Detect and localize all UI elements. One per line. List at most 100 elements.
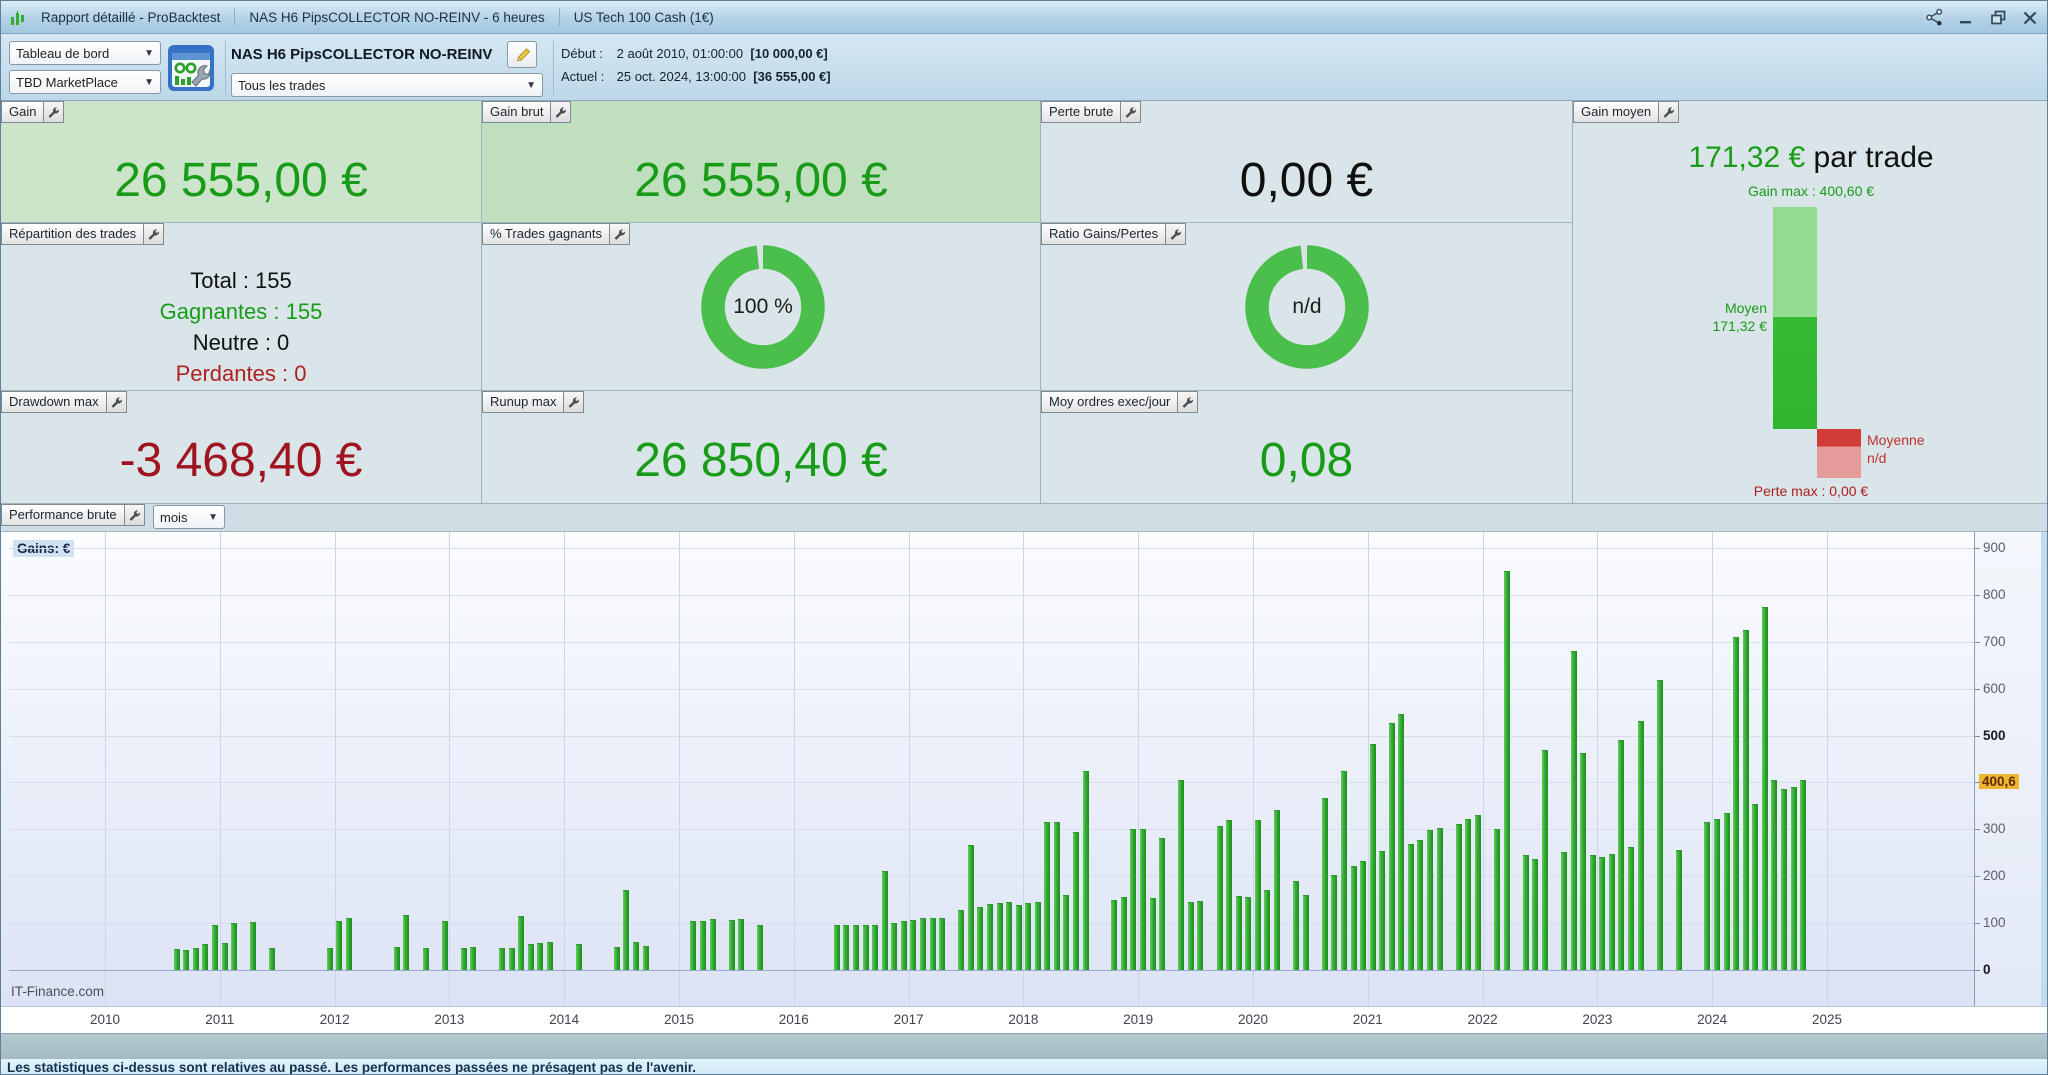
x-tick-label: 2025: [1795, 1012, 1859, 1027]
gain-bar: [901, 921, 907, 970]
edit-strategy-button[interactable]: [507, 41, 537, 68]
restore-button[interactable]: [1987, 7, 2009, 29]
gain-bar: [1360, 861, 1366, 970]
period-select[interactable]: mois ▼: [153, 505, 225, 529]
card-runup: Runup max 26 850,40 €: [482, 391, 1041, 504]
x-tick-label: 2013: [417, 1012, 481, 1027]
gridline: [9, 829, 1975, 830]
wrench-icon[interactable]: [106, 392, 126, 412]
x-tick-label: 2023: [1565, 1012, 1629, 1027]
app-chart-icon: [1, 8, 27, 26]
gain-bar: [1130, 829, 1136, 970]
gain-bar: [528, 944, 534, 970]
wrench-icon[interactable]: [143, 224, 163, 244]
gain-bar: [1571, 651, 1577, 970]
card-gain-label: Gain: [2, 102, 43, 122]
gain-bar: [1140, 829, 1146, 970]
chevron-down-icon: ▼: [520, 80, 536, 91]
gain-max-label: Gain max : 400,60 €: [1573, 183, 2048, 199]
gain-bar: [1054, 822, 1060, 970]
repartition-row: Neutre : 0: [1, 327, 481, 358]
gain-bar: [891, 923, 897, 970]
gain-bar: [700, 921, 706, 970]
card-moy-ordres: Moy ordres exec/jour 0,08: [1041, 391, 1573, 504]
gridline: [9, 689, 1975, 690]
minimize-button[interactable]: [1955, 7, 1977, 29]
card-gain-moyen-label: Gain moyen: [1574, 102, 1658, 122]
wrench-icon[interactable]: [550, 102, 570, 122]
gain-brut-value: 26 555,00 €: [482, 153, 1040, 208]
pct-gagnants-donut: 100 %: [697, 241, 829, 373]
gain-bar: [1599, 857, 1605, 970]
gain-bar: [1389, 723, 1395, 970]
watermark: IT-Finance.com: [11, 984, 104, 999]
gain-bar: [939, 918, 945, 971]
gain-bar: [1456, 824, 1462, 970]
gain-bar: [1791, 787, 1797, 970]
repartition-rows: Total : 155Gagnantes : 155Neutre : 0Perd…: [1, 265, 481, 389]
gain-bar: [1197, 901, 1203, 970]
wrench-icon[interactable]: [124, 505, 144, 525]
gain-bar: [1035, 902, 1041, 970]
wrench-icon[interactable]: [563, 392, 583, 412]
gain-bar: [1341, 771, 1347, 970]
gain-bar: [614, 947, 620, 970]
dashboard-select[interactable]: Tableau de bord ▼: [9, 41, 161, 65]
wrench-icon[interactable]: [1120, 102, 1140, 122]
gain-bar: [853, 925, 859, 970]
year-gridline: [564, 532, 565, 1007]
gridline: [9, 642, 1975, 643]
gain-bar: [1733, 637, 1739, 970]
card-gain-chip: Gain: [1, 101, 64, 123]
y-tick-label: 300: [1983, 821, 2006, 836]
y-tick-mark: [1975, 876, 1980, 877]
gain-bar: [930, 918, 936, 970]
y-tick-label: 100: [1983, 915, 2006, 930]
wrench-icon[interactable]: [1658, 102, 1678, 122]
year-gridline: [220, 532, 221, 1007]
gain-bar: [1016, 905, 1022, 970]
pencil-icon: [513, 46, 531, 64]
gain-moyen-value: 171,32 € par trade: [1573, 141, 2048, 175]
wrench-icon[interactable]: [43, 102, 63, 122]
y-tick-label: 900: [1983, 540, 2006, 555]
year-gridline: [1483, 532, 1484, 1007]
gain-bar: [193, 948, 199, 971]
marketplace-select[interactable]: TBD MarketPlace ▼: [9, 70, 161, 94]
gain-moyen-green-bar: [1773, 207, 1817, 429]
card-perte-brute-label: Perte brute: [1042, 102, 1120, 122]
wrench-icon[interactable]: [1165, 224, 1185, 244]
gain-bar: [547, 942, 553, 970]
share-icon[interactable]: [1923, 7, 1945, 29]
gain-bar: [1351, 866, 1357, 970]
trades-filter-select[interactable]: Tous les trades ▼: [231, 73, 543, 97]
x-tick-label: 2022: [1451, 1012, 1515, 1027]
gain-bar: [1638, 721, 1644, 970]
gain-bar: [1762, 607, 1768, 971]
marketplace-select-value: TBD MarketPlace: [16, 75, 118, 90]
backtest-settings-icon[interactable]: [167, 44, 215, 92]
gain-bar: [222, 943, 228, 970]
card-repartition: Répartition des trades Total : 155Gagnan…: [1, 223, 482, 391]
gain-bar: [863, 925, 869, 970]
disclaimer-bar: Les statistiques ci-dessus sont relative…: [1, 1059, 2048, 1075]
gain-bar: [1178, 780, 1184, 970]
right-scroll-strip[interactable]: [2041, 532, 2048, 1007]
gain-bar: [183, 950, 189, 970]
gain-bar: [1398, 714, 1404, 971]
gain-bar: [1704, 822, 1710, 970]
y-tick-mark: [1975, 642, 1980, 643]
close-icon[interactable]: [2019, 7, 2041, 29]
gain-bar: [1580, 753, 1586, 970]
gain-bar: [977, 907, 983, 970]
gain-bar: [212, 925, 218, 970]
gain-bar: [1255, 820, 1261, 971]
y-tick-mark: [1975, 829, 1980, 830]
gain-bar: [690, 921, 696, 970]
x-tick-label: 2011: [188, 1012, 252, 1027]
wrench-icon[interactable]: [609, 224, 629, 244]
wrench-icon[interactable]: [1177, 392, 1197, 412]
backtest-current-info: Actuel : 25 oct. 2024, 13:00:00 [36 555,…: [561, 69, 831, 84]
gain-bar: [1724, 813, 1730, 970]
x-tick-label: 2021: [1336, 1012, 1400, 1027]
